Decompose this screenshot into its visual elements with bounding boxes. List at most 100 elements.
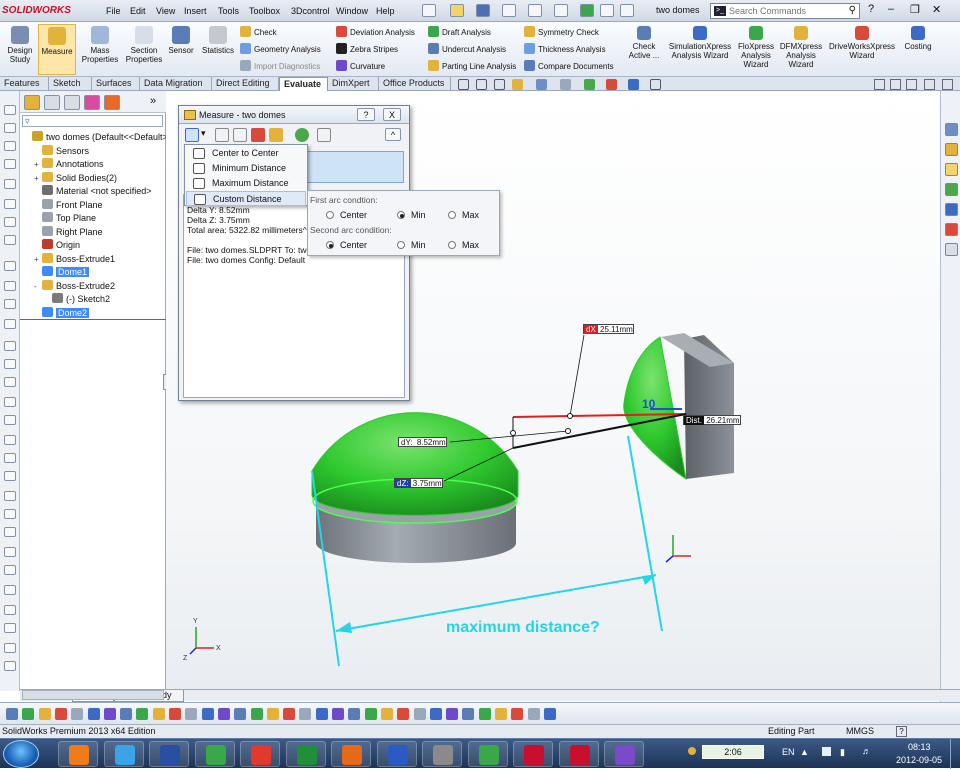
zoom-area-icon[interactable] — [476, 79, 487, 90]
timer-display[interactable]: 2:06 — [702, 745, 764, 759]
sketch-tool-icon-29[interactable] — [4, 643, 16, 653]
tray-app-icon[interactable] — [688, 747, 696, 755]
restore-icon[interactable]: ❐ — [910, 3, 920, 16]
second-arc-center-radio[interactable]: Center — [326, 240, 367, 250]
second-arc-min-radio[interactable]: Min — [397, 240, 426, 250]
menu-window[interactable]: Window — [336, 4, 368, 18]
menu-view[interactable]: View — [156, 4, 175, 18]
sketch-tool-icon-12[interactable] — [4, 319, 16, 329]
dimxpert-tab-icon[interactable] — [84, 95, 100, 110]
sketch-tool-icon-2[interactable] — [4, 123, 16, 133]
rebuild-icon[interactable] — [580, 4, 594, 17]
undo-icon[interactable] — [528, 4, 542, 17]
radio-circle[interactable] — [326, 241, 334, 249]
menu-help[interactable]: Help — [376, 4, 395, 18]
configuration-manager-tab-icon[interactable] — [64, 95, 80, 110]
sketch-tool-icon-19[interactable] — [4, 453, 16, 463]
save-icon[interactable] — [476, 4, 490, 17]
taskbar-solidworks-2-button[interactable] — [558, 741, 599, 767]
sketch-tool-icon-7[interactable] — [4, 217, 16, 227]
option-minimum-distance[interactable]: Minimum Distance — [186, 161, 306, 176]
dy-callout[interactable]: dY: 8.52mm — [398, 437, 447, 447]
dz-callout[interactable]: dZ: 3.75mm — [394, 478, 443, 488]
tree-item-solid-bodies-2[interactable]: + Solid Bodies(2) — [34, 171, 117, 185]
sketch-tool-icon-6[interactable] — [4, 199, 16, 209]
bottom-tool-icon-29[interactable] — [462, 708, 475, 720]
tab-dimxpert[interactable]: DimXpert — [328, 77, 379, 91]
sketch-tool-icon-24[interactable] — [4, 547, 16, 557]
sensor-button[interactable]: Sensor — [166, 24, 196, 75]
menu-file[interactable]: File — [106, 4, 121, 18]
taskbar-paint-splash-button[interactable] — [240, 741, 280, 767]
sketch-tool-icon-28[interactable] — [4, 623, 16, 633]
print-icon[interactable] — [502, 4, 516, 17]
new-document-icon[interactable] — [422, 4, 436, 17]
parting-line-analysis-button[interactable]: Parting Line Analysis — [428, 60, 516, 74]
collapse-dialog-button[interactable]: ^ — [385, 128, 401, 141]
tab-surfaces[interactable]: Surfaces — [92, 77, 140, 91]
measurement-history-icon[interactable] — [295, 128, 309, 142]
property-manager-tab-icon[interactable] — [44, 95, 60, 110]
resources-tab-icon[interactable] — [945, 123, 958, 136]
taskbar-solidworks-1-button[interactable] — [513, 741, 553, 767]
file-explorer-tab-icon[interactable] — [945, 163, 958, 176]
bottom-tool-icon-12[interactable] — [185, 708, 198, 720]
section-view-icon[interactable] — [512, 79, 523, 90]
bottom-tool-icon-27[interactable] — [429, 708, 442, 720]
open-folder-icon[interactable] — [450, 4, 464, 17]
radio-circle[interactable] — [448, 241, 456, 249]
create-sensor-icon[interactable] — [317, 128, 331, 142]
first-arc-max-radio[interactable]: Max — [448, 210, 479, 220]
option-custom-distance[interactable]: Custom Distance — [186, 191, 306, 206]
dialog-close-button[interactable]: X — [383, 108, 401, 121]
tree-item-two-domes-default-default[interactable]: two domes (Default<<Default> — [24, 131, 168, 144]
costingbutton[interactable]: Costing — [900, 24, 936, 75]
bottom-tool-icon-15[interactable] — [234, 708, 247, 720]
statistics-button[interactable]: Statistics — [200, 24, 236, 75]
sketch-tool-icon-13[interactable] — [4, 341, 16, 351]
radio-circle[interactable] — [397, 211, 405, 219]
options-icon[interactable] — [600, 4, 614, 17]
bottom-tool-icon-5[interactable] — [71, 708, 84, 720]
tree-expand-icon[interactable]: - — [34, 280, 42, 293]
bottom-tool-icon-28[interactable] — [446, 708, 459, 720]
sketch-tool-icon-10[interactable] — [4, 281, 16, 291]
bottom-tool-icon-2[interactable] — [22, 708, 35, 720]
bottom-tool-icon-13[interactable] — [201, 708, 214, 720]
menu-3dcontrol[interactable]: 3Dcontrol — [291, 4, 330, 18]
bottom-tool-icon-1[interactable] — [6, 708, 18, 720]
tree-expand-icon[interactable]: + — [34, 253, 42, 266]
tree-item-boss-extrude2[interactable]: - Boss-Extrude2 — [34, 279, 115, 293]
tree-item-dome1[interactable]: Dome1 — [34, 266, 90, 279]
status-help-icon[interactable]: ? — [896, 726, 907, 737]
check-button[interactable]: Check — [240, 26, 277, 40]
bottom-tool-icon-19[interactable] — [299, 708, 312, 720]
sketch-tool-icon-3[interactable] — [4, 141, 16, 151]
doc-minimize-icon[interactable] — [874, 79, 885, 90]
doc-tile-icon[interactable] — [906, 79, 917, 90]
clock-date[interactable]: 2012-09-05 — [896, 755, 942, 765]
feature-tree-tab-icon[interactable] — [24, 95, 40, 110]
apply-scene-icon[interactable] — [628, 79, 639, 90]
tree-item-annotations[interactable]: + Annotations — [34, 158, 104, 171]
bottom-tool-icon-8[interactable] — [120, 708, 133, 720]
help-question-icon[interactable]: ? — [868, 3, 874, 15]
bottom-tool-icon-16[interactable] — [250, 708, 263, 720]
undercut-analysis-button[interactable]: Undercut Analysis — [428, 43, 506, 57]
feature-tree-filter[interactable]: ▿ — [22, 115, 163, 127]
feature-tree-scrollbar[interactable] — [22, 690, 164, 700]
custom-properties-tab-icon[interactable] — [945, 243, 958, 256]
bottom-tool-icon-17[interactable] — [266, 708, 279, 720]
doc-restore-icon[interactable] — [890, 79, 901, 90]
tree-item-origin[interactable]: Origin — [34, 239, 80, 252]
arc-circle-options-icon[interactable] — [185, 128, 199, 142]
bottom-tool-icon-6[interactable] — [87, 708, 100, 720]
view-palette-tab-icon[interactable] — [945, 203, 958, 216]
tray-up-arrow-icon[interactable]: ▲ — [800, 747, 809, 757]
sketch-tool-icon-15[interactable] — [4, 377, 16, 387]
bottom-tool-icon-34[interactable] — [543, 708, 556, 720]
thickness-analysis-button[interactable]: Thickness Analysis — [524, 43, 606, 57]
search-tab-icon[interactable] — [945, 183, 958, 196]
design-study-button[interactable]: Design Study — [4, 24, 36, 75]
bottom-tool-icon-24[interactable] — [380, 708, 393, 720]
